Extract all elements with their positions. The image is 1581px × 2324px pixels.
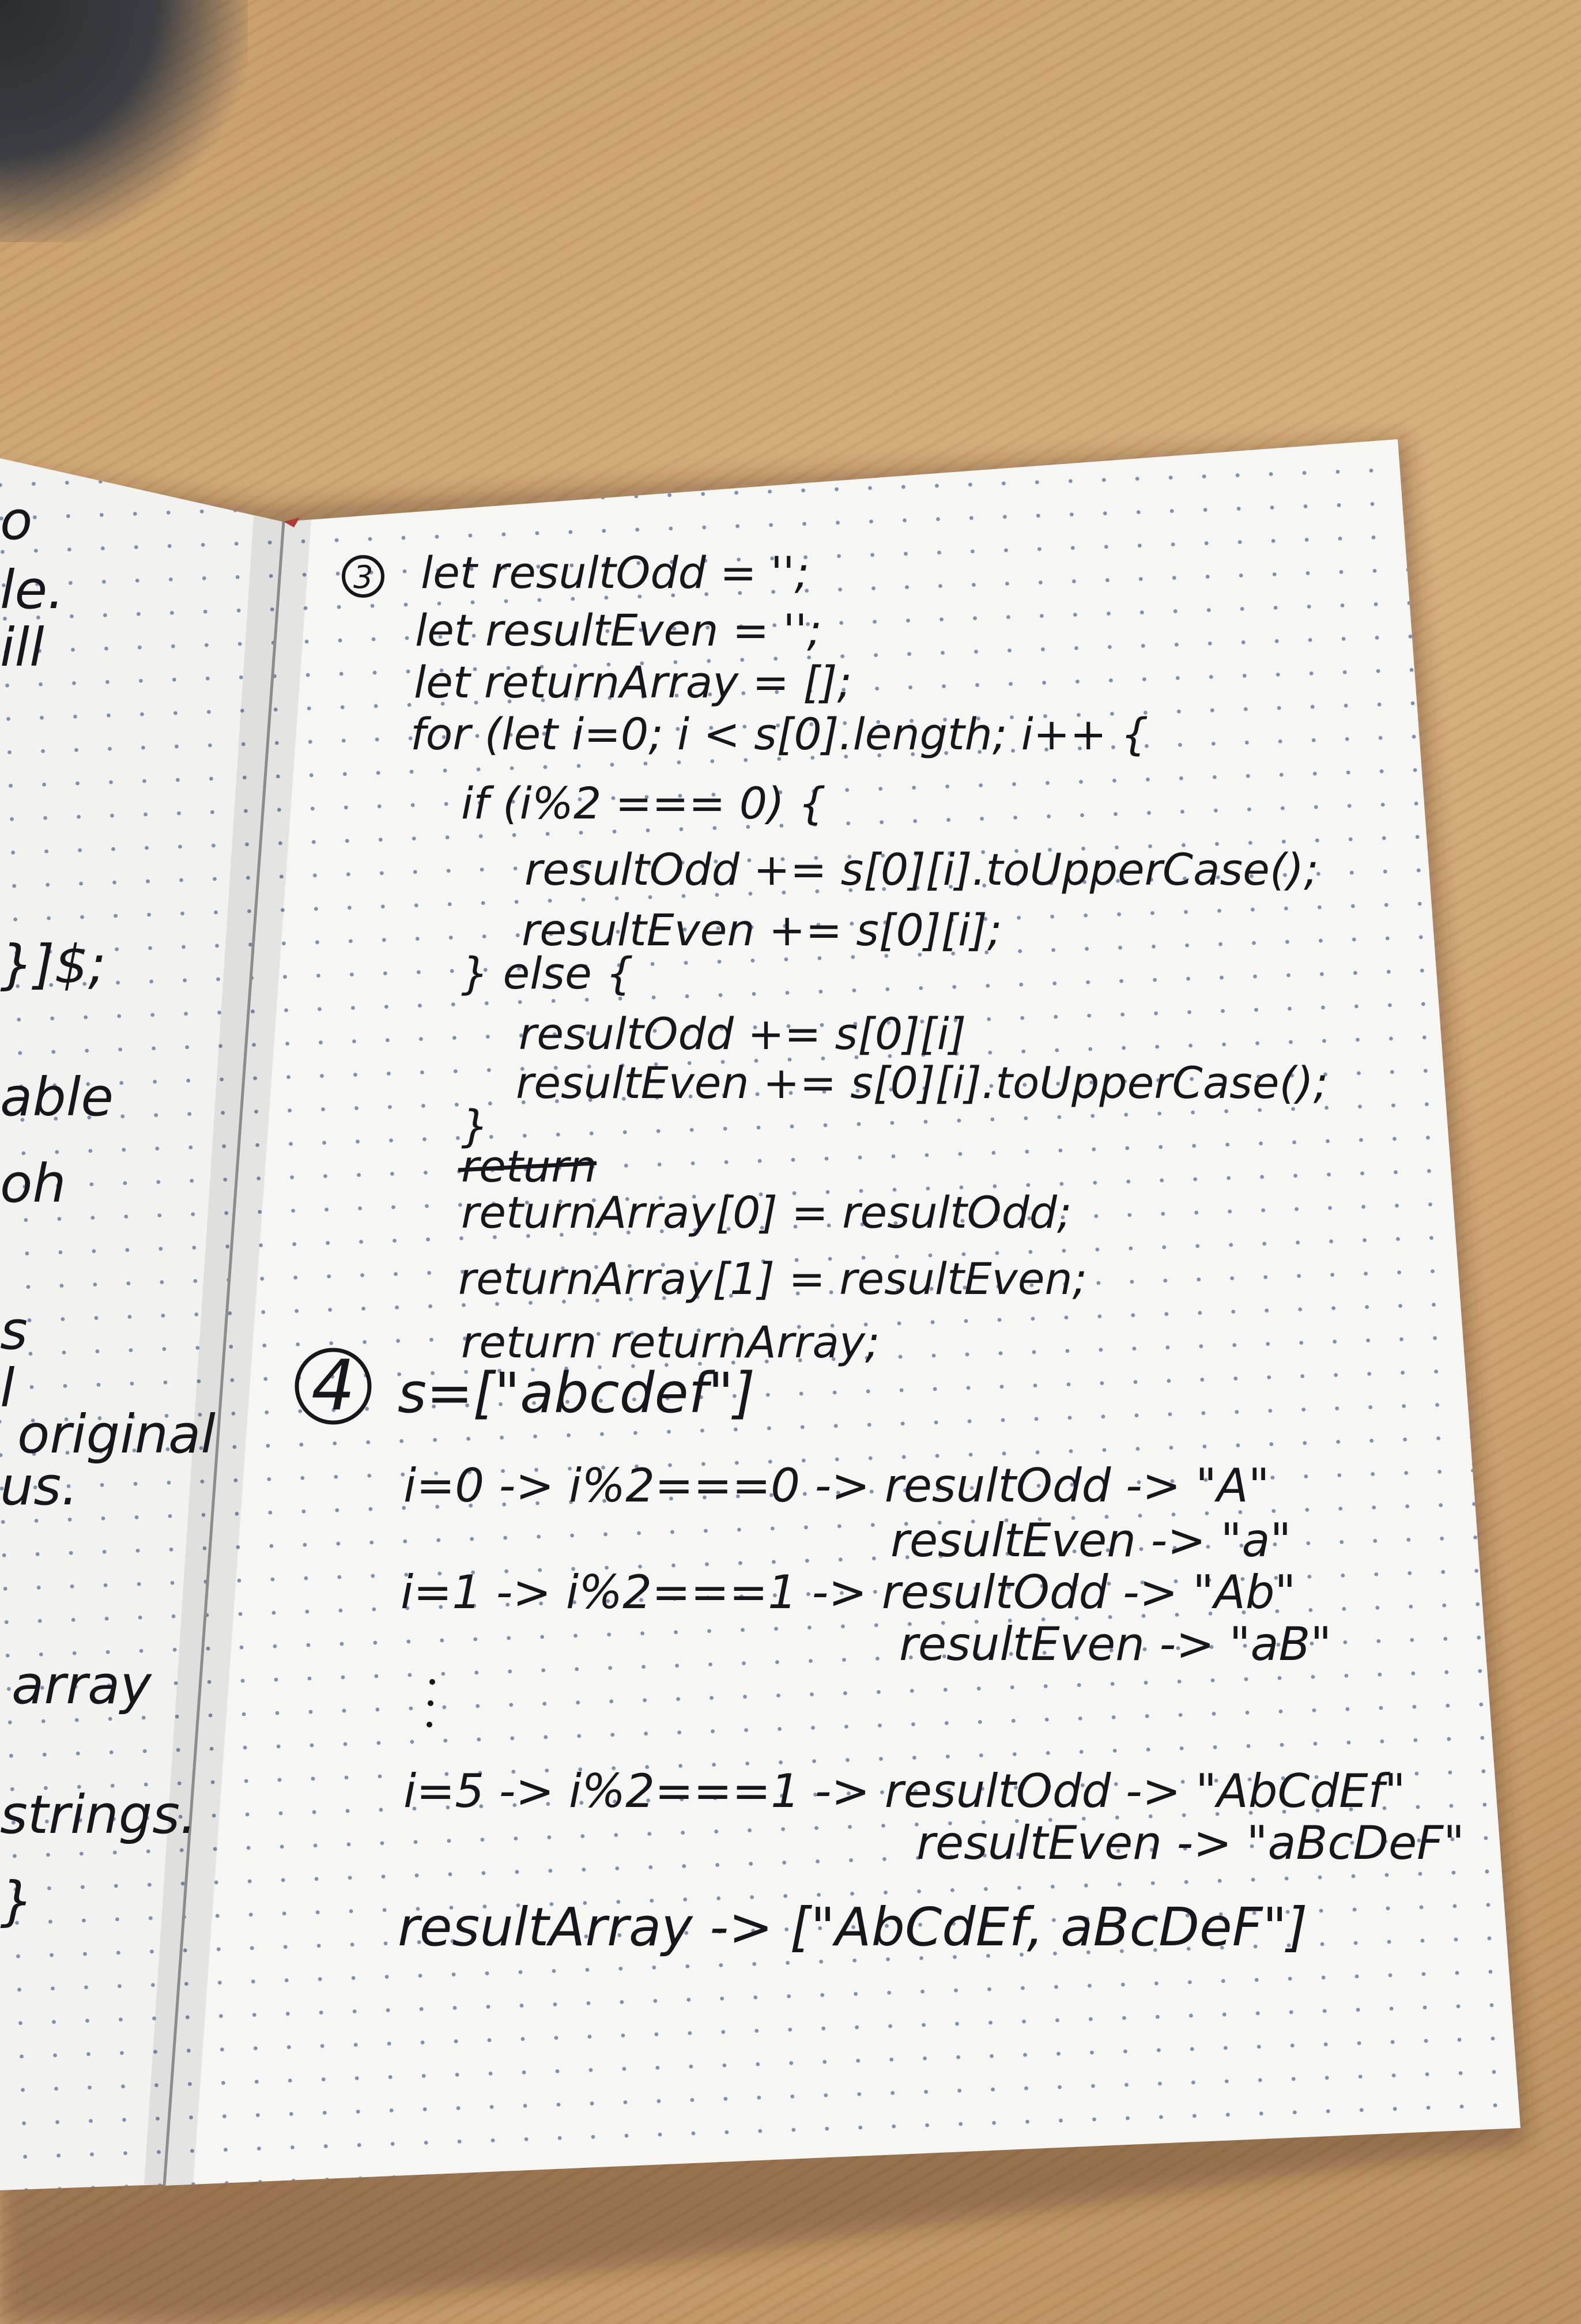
trace-line: i=1 -> i%2===1 -> resultOdd -> "Ab" (401, 1565, 1296, 1619)
code-line: return returnArray; (461, 1316, 880, 1368)
code-line: resultEven += s[0][i].toUpperCase(); (516, 1057, 1328, 1108)
left-fragment: able (0, 1066, 114, 1128)
ellipsis-dot (428, 1700, 433, 1706)
code-line: resultOdd += s[0][i].toUpperCase(); (525, 844, 1319, 895)
left-fragment: } (0, 1870, 34, 1932)
left-fragment: oh (0, 1153, 66, 1214)
left-fragment: strings. (0, 1784, 197, 1846)
left-fragment: ill (0, 617, 44, 678)
result-line: resultArray -> ["AbCdEf, aBcDeF"] (398, 1896, 1308, 1958)
code-line: resultOdd += s[0][i] (519, 1008, 966, 1059)
left-fragment: l (0, 1357, 15, 1419)
left-fragment: le. (0, 559, 64, 621)
code-line: let returnArray = []; (414, 657, 852, 708)
problem-number: 4 (311, 1346, 355, 1426)
problem-number: 3 (353, 559, 373, 595)
trace-line: resultEven -> "aBcDeF" (916, 1816, 1465, 1870)
code-line: if (i%2 === 0) { (461, 778, 826, 829)
left-fragment: us. (0, 1455, 78, 1517)
trace-line: i=0 -> i%2===0 -> resultOdd -> "A" (403, 1459, 1270, 1512)
trace-line: resultEven -> "aB" (899, 1617, 1331, 1671)
code-line: let resultEven = ''; (415, 605, 822, 656)
input-array: s=["abcdef"] (398, 1361, 755, 1425)
trace-line: i=5 -> i%2===1 -> resultOdd -> "AbCdEf" (403, 1764, 1406, 1818)
left-fragment: o (0, 490, 32, 552)
left-fragment: s (0, 1300, 28, 1361)
code-line: let resultOdd = ''; (421, 547, 809, 598)
code-line: } else { (461, 948, 633, 999)
trace-line: resultEven -> "a" (891, 1514, 1291, 1567)
ellipsis-dot (429, 1679, 435, 1685)
left-fragment: array (12, 1654, 152, 1716)
notebook-scene: o le. ill }]$; able oh s l original us. … (0, 438, 1527, 2324)
code-line: returnArray[0] = resultOdd; (461, 1187, 1072, 1238)
left-fragment: }]$; (0, 934, 106, 995)
code-line: for (let i=0; i < s[0].length; i++ { (410, 708, 1149, 760)
ellipsis-dot (427, 1722, 432, 1727)
code-line: returnArray[1] = resultEven; (458, 1253, 1087, 1304)
